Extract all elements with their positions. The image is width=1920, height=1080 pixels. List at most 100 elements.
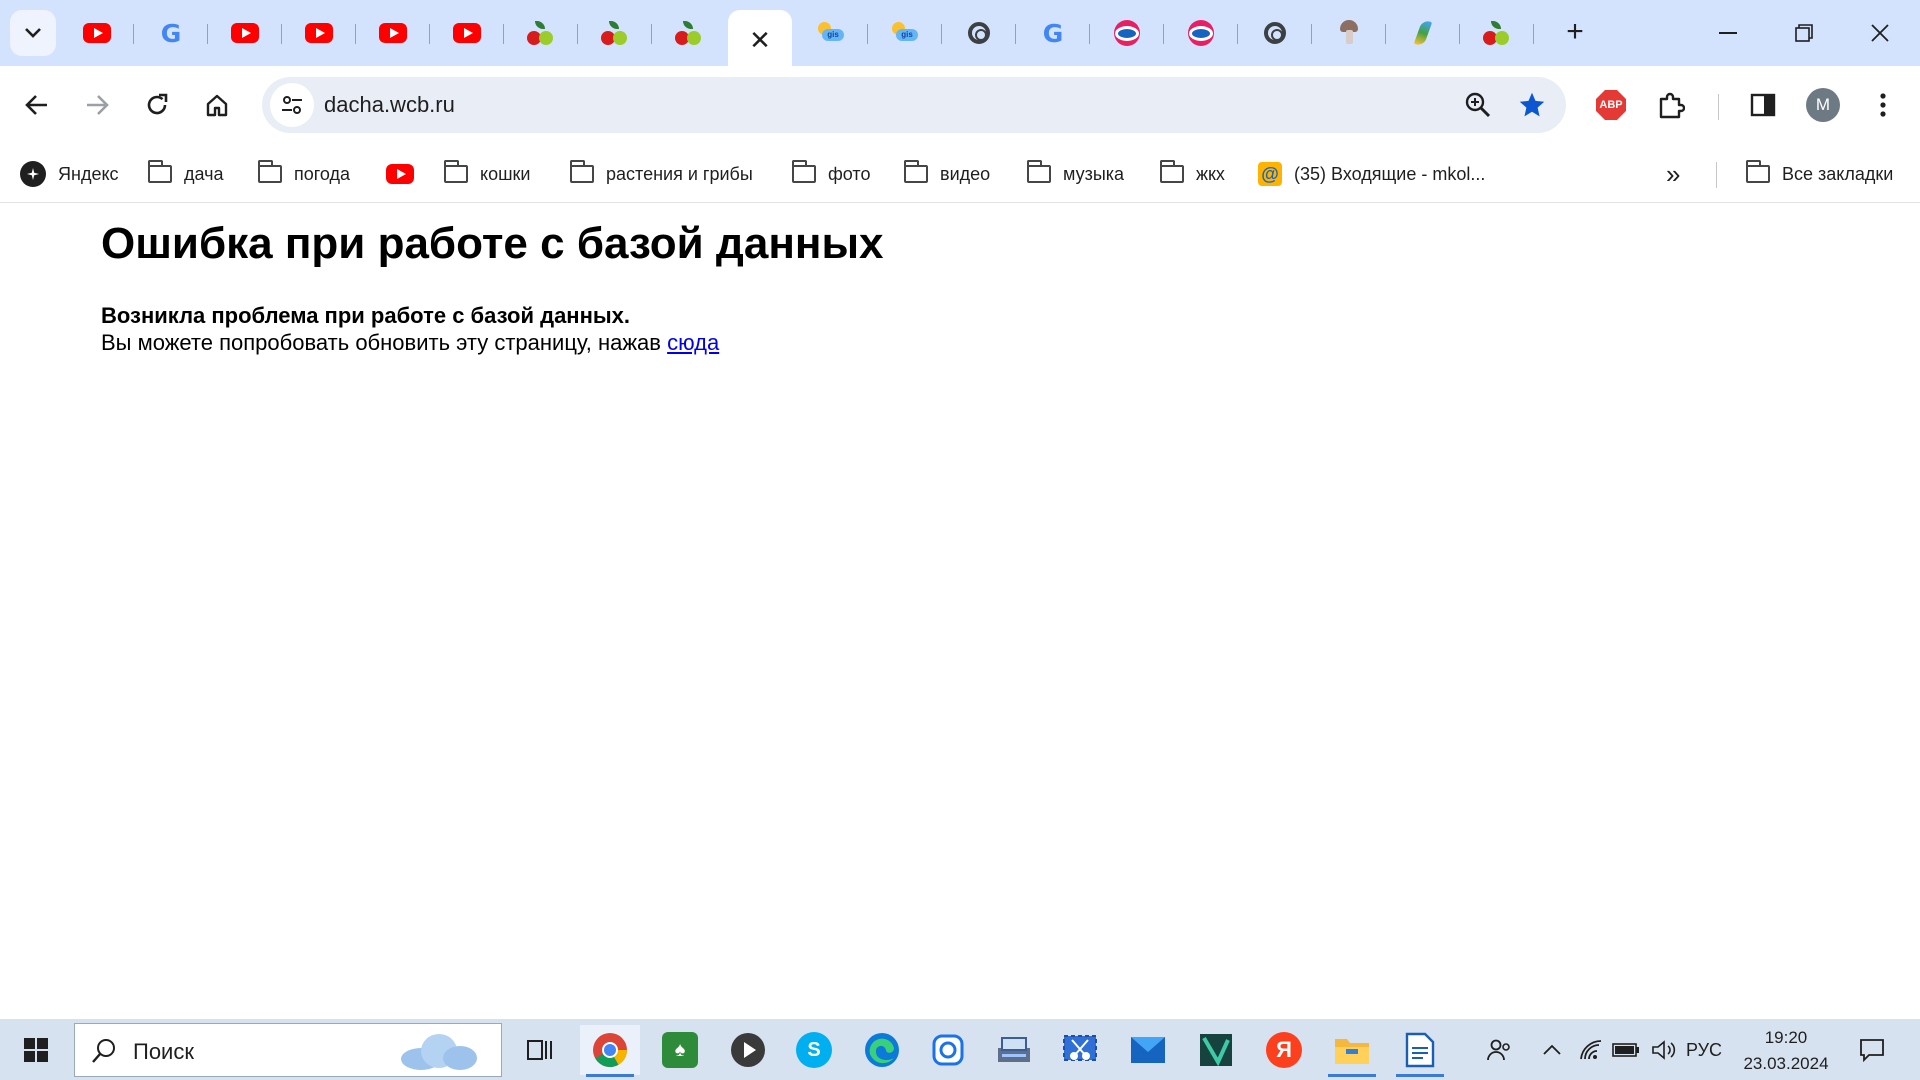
page-content: Ошибка при работе с базой данных Возникл…	[0, 203, 1920, 1019]
extensions-button[interactable]	[1648, 82, 1694, 128]
tab-search-button[interactable]	[10, 10, 56, 56]
taskbar-app-green[interactable]	[1186, 1025, 1246, 1075]
bookmark-folder-video[interactable]: видео	[903, 158, 991, 190]
cherry-icon	[527, 21, 555, 45]
taskbar: Поиск ♠ S Я РУС 19:20 23.03.2024	[0, 1019, 1920, 1080]
refresh-link[interactable]: сюда	[667, 330, 719, 355]
tab[interactable]: G	[134, 10, 208, 56]
start-button[interactable]	[14, 1033, 60, 1067]
bookmark-youtube[interactable]	[386, 158, 414, 190]
mushroom-icon	[1340, 20, 1358, 46]
bookmark-star-button[interactable]	[1512, 85, 1552, 125]
tab[interactable]	[282, 10, 356, 56]
browser-toolbar: dacha.wcb.ru ABP M	[0, 66, 1920, 146]
speaker-icon	[1652, 1040, 1676, 1060]
restore-button[interactable]	[1766, 0, 1842, 66]
bookmark-folder-dacha[interactable]: дача	[147, 158, 224, 190]
profile-button[interactable]: M	[1800, 82, 1846, 128]
odnoklassniki-icon	[1188, 20, 1214, 46]
reload-button[interactable]	[134, 82, 180, 128]
taskbar-skype[interactable]: S	[784, 1025, 844, 1075]
tab-active[interactable]: ✕	[728, 10, 792, 66]
taskbar-solitaire[interactable]: ♠	[650, 1025, 710, 1075]
url-text[interactable]: dacha.wcb.ru	[324, 92, 455, 118]
edge-icon	[865, 1033, 899, 1067]
bookmark-folder-zhkh[interactable]: жкх	[1159, 158, 1225, 190]
back-button[interactable]	[14, 82, 60, 128]
people-icon	[1487, 1039, 1510, 1061]
new-tab-button[interactable]: +	[1556, 12, 1594, 52]
network-button[interactable]	[1576, 1033, 1606, 1067]
taskbar-camera-app[interactable]	[918, 1025, 978, 1075]
tab[interactable]	[652, 10, 726, 56]
taskbar-chrome[interactable]	[580, 1025, 640, 1077]
menu-button[interactable]	[1860, 82, 1906, 128]
minimize-button[interactable]	[1690, 0, 1766, 66]
home-button[interactable]	[194, 82, 240, 128]
taskbar-document-viewer[interactable]	[1390, 1025, 1450, 1077]
tab[interactable]	[1164, 10, 1238, 56]
taskbar-media-player[interactable]	[718, 1025, 778, 1075]
bookmarks-overflow-button[interactable]: »	[1666, 158, 1680, 190]
show-hidden-icons-button[interactable]	[1538, 1033, 1566, 1067]
clock[interactable]: 19:20 23.03.2024	[1728, 1025, 1844, 1077]
tab[interactable]	[1386, 10, 1460, 56]
tab[interactable]: gis	[868, 10, 942, 56]
side-panel-button[interactable]	[1740, 82, 1786, 128]
address-bar[interactable]: dacha.wcb.ru	[262, 77, 1566, 133]
taskbar-mail[interactable]	[1118, 1025, 1178, 1075]
tab[interactable]	[504, 10, 578, 56]
tab[interactable]	[1312, 10, 1386, 56]
tab[interactable]	[578, 10, 652, 56]
bookmark-mail[interactable]: @ (35) Входящие - mkol...	[1258, 158, 1485, 190]
taskbar-file-explorer[interactable]	[1322, 1025, 1382, 1077]
mail-icon: @	[1258, 162, 1282, 186]
taskbar-edge[interactable]	[852, 1025, 912, 1075]
taskbar-yandex-browser[interactable]: Я	[1254, 1025, 1314, 1075]
tab[interactable]	[430, 10, 504, 56]
taskbar-search[interactable]: Поиск	[74, 1023, 502, 1077]
restore-icon	[1795, 24, 1813, 42]
people-button[interactable]	[1482, 1033, 1518, 1067]
bookmark-folder-pogoda[interactable]: погода	[257, 158, 350, 190]
bookmark-folder-koshki[interactable]: кошки	[443, 158, 531, 190]
zoom-button[interactable]	[1458, 85, 1498, 125]
language-indicator[interactable]: РУС	[1682, 1033, 1726, 1067]
chrome-icon	[593, 1033, 627, 1067]
task-view-button[interactable]	[510, 1025, 570, 1075]
notifications-button[interactable]	[1852, 1033, 1892, 1067]
bookmark-label: дача	[184, 163, 224, 184]
chevron-down-icon	[25, 28, 41, 38]
tab-strip: G ✕ gis gis G +	[0, 0, 1920, 66]
tab[interactable]: gis	[794, 10, 868, 56]
tab[interactable]: G	[1016, 10, 1090, 56]
volume-button[interactable]	[1648, 1033, 1680, 1067]
tab[interactable]	[942, 10, 1016, 56]
folder-icon	[1026, 160, 1051, 183]
taskbar-scanner[interactable]	[984, 1025, 1044, 1075]
tab[interactable]	[208, 10, 282, 56]
adblock-extension-button[interactable]: ABP	[1588, 82, 1634, 128]
bookmark-label: кошки	[480, 163, 531, 184]
folder-icon	[443, 160, 468, 183]
tab[interactable]	[1090, 10, 1164, 56]
forward-button[interactable]	[74, 82, 120, 128]
all-bookmarks-button[interactable]: Все закладки	[1745, 158, 1893, 190]
bookmark-label: видео	[940, 163, 991, 184]
tab[interactable]	[1238, 10, 1312, 56]
bookmark-folder-rasteniya[interactable]: растения и грибы	[569, 158, 753, 190]
close-window-button[interactable]	[1842, 0, 1918, 66]
bookmark-yandex[interactable]: Яндекс	[20, 158, 119, 190]
site-info-button[interactable]	[270, 83, 314, 127]
tab[interactable]	[1460, 10, 1534, 56]
bookmark-folder-muzyka[interactable]: музыка	[1026, 158, 1124, 190]
taskbar-snipping-tool[interactable]	[1050, 1025, 1110, 1075]
google-icon: G	[160, 18, 182, 48]
tab[interactable]	[60, 10, 134, 56]
close-icon[interactable]: ✕	[749, 25, 771, 56]
bookmark-folder-foto[interactable]: фото	[791, 158, 870, 190]
tab[interactable]	[356, 10, 430, 56]
scanner-icon	[998, 1037, 1030, 1062]
clock-date: 23.03.2024	[1743, 1054, 1829, 1073]
battery-button[interactable]	[1610, 1033, 1642, 1067]
